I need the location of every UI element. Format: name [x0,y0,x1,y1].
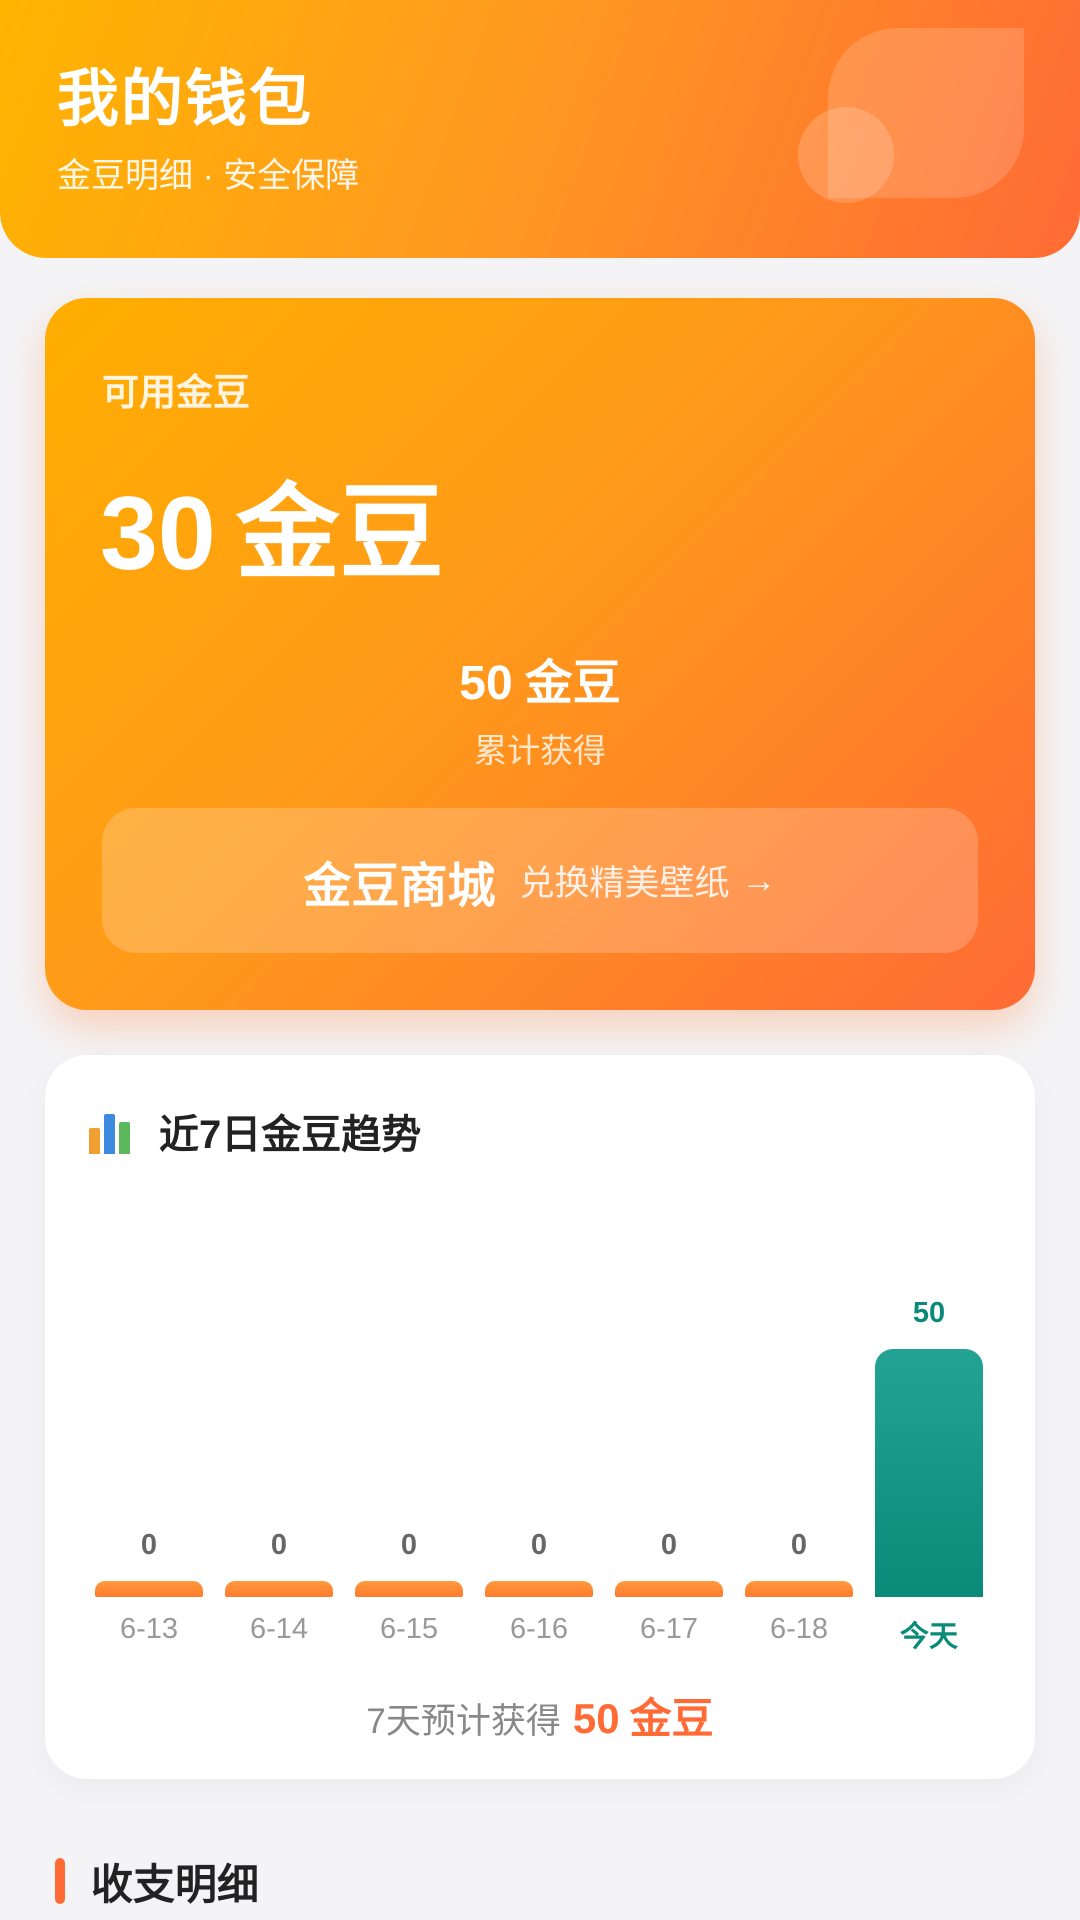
chart-bar [95,1581,203,1597]
bean-mall-button[interactable]: 金豆商城 兑换精美壁纸 → [102,808,978,953]
chart-bar [745,1581,853,1597]
chart-x-tick-label: 6-15 [379,1613,439,1645]
chart-bar [225,1581,333,1597]
income-expense-section-header: 收支明细 [55,1855,259,1908]
chart-bar [875,1349,983,1597]
section-accent-bar [55,1858,65,1904]
total-earned-value: 50 [459,657,513,710]
header-decoration-circle [798,107,894,203]
balance-card: 可用金豆 30 金豆 50 金豆 累计获得 金豆商城 兑换精美壁纸 → [45,298,1035,1010]
chart-x-tick-label: 6-13 [119,1613,179,1645]
chart-bar-value-label: 0 [660,1529,678,1561]
total-earned-amount: 50 金豆 [45,643,1035,713]
bean-mall-title: 金豆商城 [303,859,496,913]
chart-x-tick-label: 6-14 [249,1613,309,1645]
arrow-right-icon: → [741,860,777,900]
available-beans-amount: 30 金豆 [100,448,444,599]
trend-summary-value: 50 [572,1695,620,1742]
chart-bar [355,1581,463,1597]
chart-bar-value-label: 0 [530,1529,548,1561]
chart-bar [615,1581,723,1597]
page-subtitle: 金豆明细 · 安全保障 [57,157,360,195]
bean-mall-subtitle: 兑换精美壁纸 [519,864,730,903]
page-title: 我的钱包 [57,65,314,134]
section-title: 收支明细 [91,1860,260,1908]
chart-x-tick-label: 6-18 [769,1613,829,1645]
chart-bar-value-label: 0 [400,1529,418,1561]
total-earned-unit: 金豆 [524,657,621,710]
chart-x-tick-label: 6-16 [509,1613,569,1645]
trend-bar-chart: 0 6-13 0 6-14 0 6-15 0 6-16 0 6-17 0 6-18 50 今天 [45,1055,1035,1779]
trend-summary-prefix: 7天预计获得 [366,1702,561,1741]
chart-bar-value-label: 0 [790,1529,808,1561]
trend-card: 近7日金豆趋势 0 6-13 0 6-14 0 6-15 0 6-16 0 6-17 0 6-18 50… [45,1055,1035,1779]
available-beans-unit: 金豆 [235,476,444,592]
chart-x-tick-label: 今天 [899,1621,958,1653]
trend-summary-highlight: 50 金豆 [573,1695,714,1742]
chart-bar-value-label: 0 [270,1529,288,1561]
total-earned-label: 累计获得 [474,732,606,769]
available-beans-label: 可用金豆 [102,372,250,413]
chart-bar-value-label: 50 [912,1297,946,1329]
wallet-header: 我的钱包 金豆明细 · 安全保障 [0,0,1080,258]
trend-summary-unit: 金豆 [629,1695,714,1742]
chart-bar-value-label: 0 [140,1529,158,1561]
chart-x-tick-label: 6-17 [639,1613,699,1645]
chart-bar [485,1581,593,1597]
available-beans-value: 30 [100,476,216,592]
trend-summary: 7天预计获得 50 金豆 [45,1685,1035,1746]
